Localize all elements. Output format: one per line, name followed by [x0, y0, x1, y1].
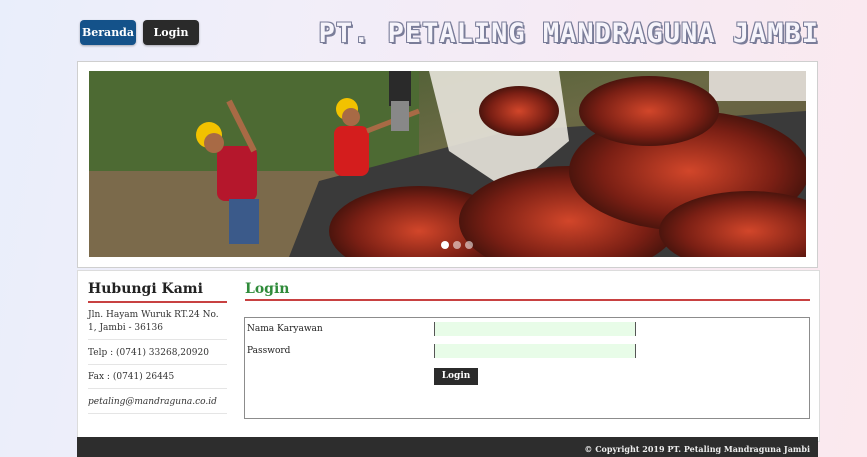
palm-oil-harvest-photo — [89, 71, 806, 257]
username-label: Nama Karyawan — [247, 324, 323, 334]
username-input[interactable] — [434, 322, 636, 336]
contact-phone: Telp : (0741) 33268,20920 — [88, 347, 227, 365]
contact-address: Jln. Hayam Wuruk RT.24 No. 1, Jambi - 36… — [88, 309, 227, 340]
login-form: Nama Karyawan Password Login — [244, 317, 810, 419]
contact-title: Hubungi Kami — [88, 281, 203, 297]
password-label: Password — [247, 346, 291, 356]
login-title-divider — [245, 299, 810, 301]
slide-dot[interactable] — [453, 241, 461, 249]
login-nav-button[interactable]: Login — [143, 20, 199, 45]
site-title: PT. PETALING MANDRAGUNA JAMBI — [318, 18, 819, 49]
contact-divider — [88, 301, 227, 303]
contact-fax: Fax : (0741) 26445 — [88, 371, 227, 389]
slide-dot[interactable] — [441, 241, 449, 249]
password-input[interactable] — [434, 344, 636, 358]
footer: © Copyright 2019 PT. Petaling Mandraguna… — [77, 437, 818, 457]
contact-email: petaling@mandraguna.co.id — [88, 396, 227, 414]
copyright-text: © Copyright 2019 PT. Petaling Mandraguna… — [584, 444, 810, 454]
home-nav-button[interactable]: Beranda — [80, 20, 136, 45]
banner-frame — [77, 61, 818, 268]
content-panel: Hubungi Kami Jln. Hayam Wuruk RT.24 No. … — [77, 270, 820, 442]
login-form-title: Login — [245, 281, 290, 297]
slide-dot[interactable] — [465, 241, 473, 249]
slide-indicator[interactable] — [441, 241, 473, 249]
login-submit-button[interactable]: Login — [434, 368, 478, 385]
banner-image — [89, 71, 806, 257]
